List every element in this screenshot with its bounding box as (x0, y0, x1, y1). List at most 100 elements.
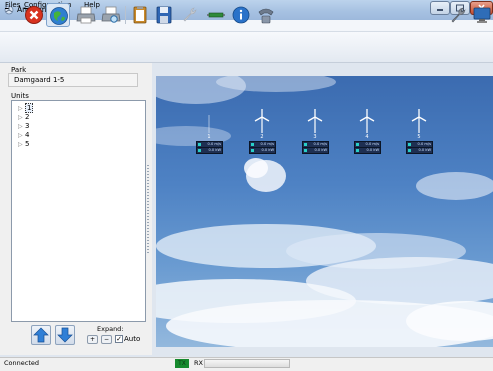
tree-item-unit-2[interactable]: ▷ 2 (18, 113, 29, 122)
turbine-icon (359, 109, 375, 133)
tools-button[interactable] (446, 3, 470, 27)
tree-item-unit-3[interactable]: ▷ 3 (18, 122, 29, 131)
turbine-4[interactable]: 4 0.0 m/s 0.0 kW (350, 107, 384, 155)
status-indicator (251, 143, 254, 146)
park-value: Damgaard 1-5 (14, 76, 65, 84)
status-indicator (356, 149, 359, 152)
globe-icon (50, 7, 68, 25)
units-label: Units (11, 92, 29, 100)
rx-indicator: RX (194, 359, 203, 367)
tree-item-label: 3 (25, 122, 30, 130)
tree-item-unit-1[interactable]: ▷ 1 (18, 103, 34, 113)
wind-value: 0.0 m/s (417, 142, 431, 146)
toolbar-separator (125, 6, 126, 24)
turbine-power-badge: 0.0 kW (406, 147, 433, 154)
turbine-number: 4 (365, 134, 369, 140)
tools-icon (451, 7, 466, 23)
expand-label: Expand: (97, 325, 124, 333)
power-value: 0.0 kW (208, 148, 222, 152)
clipboard-icon (133, 6, 147, 24)
print-button[interactable] (74, 3, 98, 27)
park-view: 1 0.0 m/s 0.0 kW 2 0.0 m/s 0.0 kW 3 0.0 … (156, 76, 493, 347)
cable-button[interactable] (204, 3, 228, 27)
turbine-power-badge: 0.0 kW (196, 147, 223, 154)
monitor-button[interactable] (470, 3, 493, 27)
menu-files[interactable]: Files (5, 1, 20, 9)
tree-item-unit-5[interactable]: ▷ 5 (18, 140, 29, 149)
status-indicator (408, 149, 411, 152)
print-preview-button[interactable] (99, 3, 123, 27)
cable-icon (207, 12, 225, 18)
connection-status: Connected (4, 359, 40, 367)
status-indicator (356, 143, 359, 146)
info-button[interactable] (229, 3, 253, 27)
wrench-disabled-icon (183, 7, 197, 22)
save-button[interactable] (152, 3, 176, 27)
turbine-power-badge: 0.0 kW (302, 147, 329, 154)
turbine-icon (254, 109, 270, 133)
wind-value: 0.0 m/s (260, 142, 274, 146)
power-value: 0.0 kW (261, 148, 275, 152)
printer-preview-icon (101, 6, 121, 23)
phone-button[interactable] (254, 3, 278, 27)
turbine-power-badge: 0.0 kW (354, 147, 381, 154)
move-up-button[interactable] (31, 325, 51, 345)
wind-value: 0.0 m/s (207, 142, 221, 146)
status-progress-bar (204, 359, 290, 368)
wind-value: 0.0 m/s (313, 142, 327, 146)
wind-value: 0.0 m/s (365, 142, 379, 146)
power-value: 0.0 kW (418, 148, 432, 152)
turbine-power-badge: 0.0 kW (249, 147, 276, 154)
move-down-button[interactable] (55, 325, 75, 345)
phone-icon (258, 8, 274, 24)
expand-arrow-icon[interactable]: ▷ (18, 131, 25, 140)
monitor-icon (473, 7, 491, 23)
stop-button[interactable] (22, 3, 46, 27)
tree-item-label: 2 (25, 113, 30, 121)
turbine-icon (411, 109, 427, 133)
arrow-up-icon (33, 327, 49, 343)
tree-item-label: 4 (25, 131, 30, 139)
turbine-icon (208, 115, 210, 133)
turbine-3[interactable]: 3 0.0 m/s 0.0 kW (298, 107, 332, 155)
status-indicator (304, 149, 307, 152)
info-icon (232, 6, 250, 24)
expand-arrow-icon[interactable]: ▷ (18, 140, 25, 149)
units-tree[interactable]: ▷ 1 ▷ 2 ▷ 3 ▷ 4 ▷ 5 (11, 100, 146, 322)
expand-all-button[interactable]: + (87, 335, 98, 344)
toolbar (0, 32, 493, 63)
panel-splitter[interactable] (147, 165, 149, 255)
turbine-number: 5 (417, 134, 421, 140)
expand-arrow-icon[interactable]: ▷ (18, 104, 25, 113)
turbine-2[interactable]: 2 0.0 m/s 0.0 kW (245, 107, 279, 155)
status-indicator (408, 143, 411, 146)
printer-icon (76, 6, 96, 24)
tree-item-label: 1 (25, 103, 34, 113)
tree-item-label: 5 (25, 140, 30, 148)
expand-arrow-icon[interactable]: ▷ (18, 113, 25, 122)
arrow-down-icon (57, 327, 73, 343)
settings-disabled-button[interactable] (177, 3, 201, 27)
power-value: 0.0 kW (314, 148, 328, 152)
tree-item-unit-4[interactable]: ▷ 4 (18, 131, 29, 140)
tx-indicator: TX (175, 359, 189, 368)
status-indicator (304, 143, 307, 146)
globe-button[interactable] (46, 3, 70, 27)
expand-arrow-icon[interactable]: ▷ (18, 122, 25, 131)
auto-label: Auto (124, 335, 141, 343)
turbine-number: 2 (260, 134, 264, 140)
turbine-1[interactable]: 1 0.0 m/s 0.0 kW (192, 107, 226, 155)
status-indicator (198, 143, 201, 146)
auto-checkbox[interactable]: ✓ (115, 335, 123, 343)
clipboard-button[interactable] (128, 3, 152, 27)
turbine-icon (307, 109, 323, 133)
turbine-5[interactable]: 5 0.0 m/s 0.0 kW (402, 107, 436, 155)
stop-icon (25, 6, 43, 24)
power-value: 0.0 kW (366, 148, 380, 152)
turbine-number: 1 (207, 134, 211, 140)
turbine-number: 3 (313, 134, 317, 140)
collapse-all-button[interactable]: − (101, 335, 112, 344)
status-indicator (198, 149, 201, 152)
status-indicator (251, 149, 254, 152)
save-icon (156, 6, 172, 24)
